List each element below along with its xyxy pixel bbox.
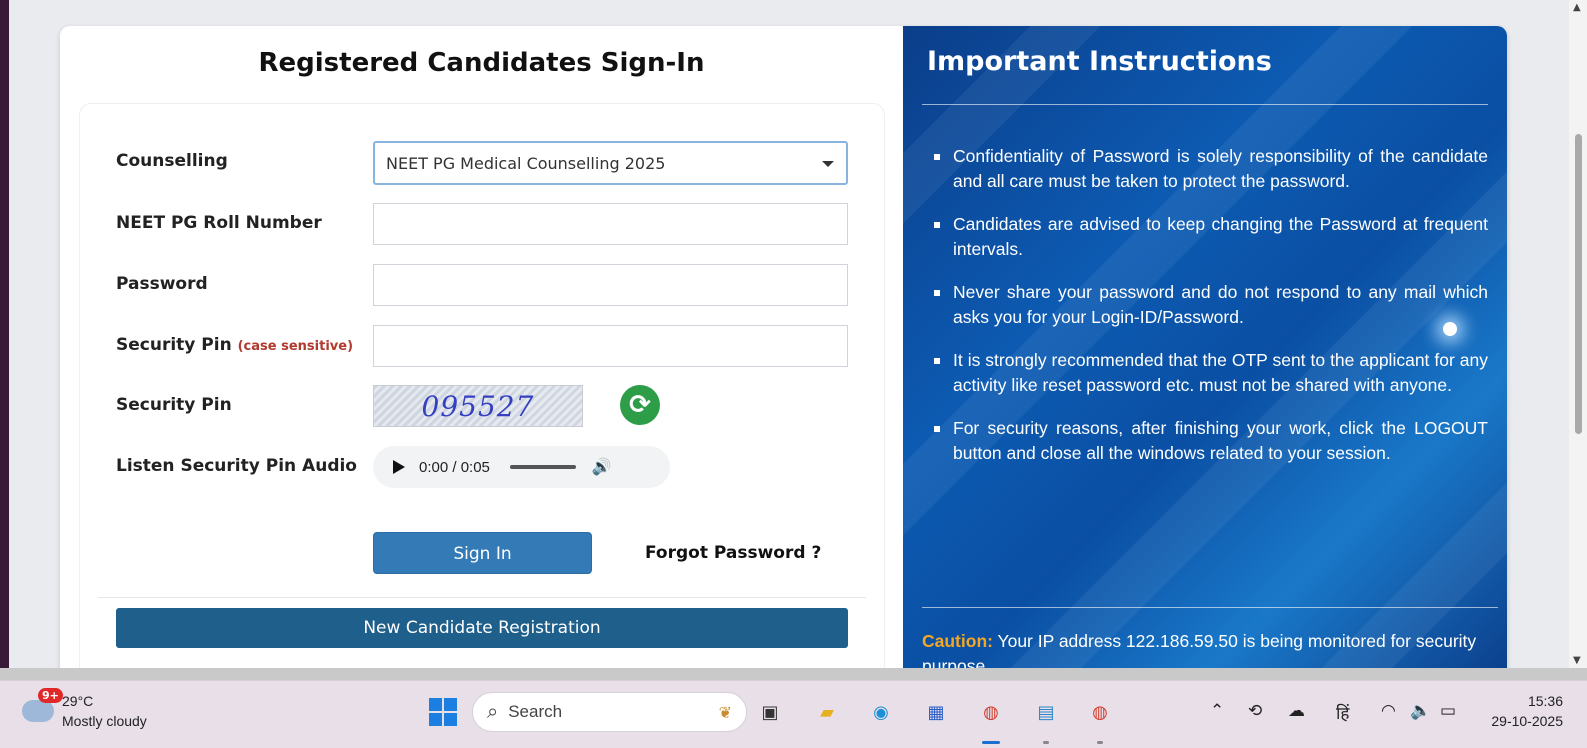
volume-icon[interactable]: 🔊: [592, 457, 612, 477]
cloud-icon: 9+: [22, 688, 63, 722]
notification-badge: 9+: [38, 688, 63, 703]
divider: [98, 597, 866, 598]
window-bottom-edge: [0, 668, 1587, 680]
instruction-item: Candidates are advised to keep changing …: [934, 212, 1488, 262]
refresh-captcha-icon[interactable]: ⟳: [620, 385, 660, 425]
roll-number-input[interactable]: [373, 203, 848, 245]
temperature: 29°C: [62, 693, 94, 709]
captcha-text: 095527: [421, 389, 535, 423]
password-label: Password: [116, 274, 208, 294]
instructions-panel: Important Instructions Confidentiality o…: [903, 26, 1507, 668]
audio-time: 0:00 / 0:05: [419, 458, 490, 476]
security-pin-audio-player: 0:00 / 0:05 🔊: [373, 446, 670, 488]
counselling-select[interactable]: NEET PG Medical Counselling 2025: [373, 141, 848, 185]
time: 15:36: [1527, 693, 1563, 709]
instruction-item: Never share your password and do not res…: [934, 280, 1488, 330]
chevron-down-icon: [822, 161, 834, 167]
security-pin-label: Security Pin (case sensitive): [116, 335, 353, 355]
instruction-item: It is strongly recommended that the OTP …: [934, 348, 1488, 398]
notepad-icon[interactable]: ▤: [1031, 697, 1061, 727]
volume-icon[interactable]: 🔈: [1410, 701, 1431, 721]
weather-condition: Mostly cloudy: [62, 713, 147, 729]
roll-number-label: NEET PG Roll Number: [116, 213, 322, 233]
signin-panel: Registered Candidates Sign-In Counsellin…: [60, 26, 903, 668]
scroll-up-icon[interactable]: ▲: [1573, 2, 1581, 13]
scrollbar-thumb[interactable]: [1575, 134, 1582, 434]
cloud-off-icon[interactable]: ☁: [1288, 701, 1305, 721]
new-registration-button[interactable]: New Candidate Registration: [116, 608, 848, 648]
scroll-down-icon[interactable]: ▼: [1573, 655, 1581, 666]
chrome-icon[interactable]: ◍: [976, 697, 1006, 727]
clock[interactable]: 15:36 29-10-2025: [1483, 691, 1563, 731]
task-view-icon[interactable]: ▣: [755, 697, 785, 727]
taskbar-search[interactable]: ⌕ Search ❦: [472, 692, 747, 732]
counselling-label: Counselling: [116, 151, 228, 171]
app-indicator: [1043, 741, 1049, 744]
security-pin-label-text: Security Pin: [116, 335, 232, 355]
captcha-image: 095527: [373, 385, 583, 427]
sign-in-button[interactable]: Sign In: [373, 532, 592, 574]
window-edge: [0, 0, 9, 680]
search-placeholder: Search: [508, 702, 563, 721]
signin-card: Registered Candidates Sign-In Counsellin…: [60, 26, 1507, 668]
play-icon[interactable]: [393, 460, 405, 474]
instruction-item: For security reasons, after finishing yo…: [934, 416, 1488, 466]
counselling-selected-value: NEET PG Medical Counselling 2025: [386, 154, 666, 173]
file-explorer-icon[interactable]: ▰: [812, 697, 842, 727]
caution-notice: Caution: Your IP address 122.186.59.50 i…: [922, 629, 1502, 668]
vertical-scrollbar[interactable]: ▲ ▼: [1569, 0, 1587, 668]
chrome-profile-icon[interactable]: ◍: [1085, 697, 1115, 727]
weather-text: 29°C Mostly cloudy: [62, 691, 147, 731]
search-highlight-icon: ❦: [718, 705, 732, 722]
battery-icon[interactable]: ▭: [1440, 701, 1456, 721]
audio-seek-slider[interactable]: [509, 465, 576, 469]
chevron-up-icon[interactable]: ⌃: [1210, 701, 1224, 721]
language-indicator[interactable]: हिं: [1336, 701, 1349, 724]
active-app-indicator: [982, 741, 1000, 744]
instruction-item: Confidentiality of Password is solely re…: [934, 144, 1488, 194]
instructions-list: Confidentiality of Password is solely re…: [934, 144, 1488, 484]
windows-start-icon[interactable]: [428, 697, 458, 727]
browser-viewport: Registered Candidates Sign-In Counsellin…: [9, 0, 1569, 668]
app-indicator: [1097, 741, 1103, 744]
caution-text: Your IP address 122.186.59.50 is being m…: [922, 631, 1477, 668]
password-input[interactable]: [373, 264, 848, 306]
sync-icon[interactable]: ⟲: [1248, 701, 1262, 721]
audio-label: Listen Security Pin Audio: [116, 456, 357, 476]
forgot-password-link[interactable]: Forgot Password ?: [645, 543, 821, 563]
caution-label: Caution:: [922, 631, 993, 651]
store-icon[interactable]: ▦: [921, 697, 951, 727]
case-sensitive-hint: (case sensitive): [237, 339, 354, 354]
security-pin-input[interactable]: [373, 325, 848, 367]
page-title: Registered Candidates Sign-In: [258, 48, 705, 78]
divider: [922, 104, 1488, 105]
taskbar: 9+ 29°C Mostly cloudy ⌕ Search ❦ ▣ ▰ ◉ ▦…: [0, 680, 1587, 748]
divider: [922, 607, 1498, 608]
edge-browser-icon[interactable]: ◉: [866, 697, 896, 727]
date: 29-10-2025: [1491, 713, 1563, 729]
search-icon: ⌕: [487, 700, 499, 723]
wifi-icon[interactable]: ◠: [1381, 701, 1396, 721]
captcha-label: Security Pin: [116, 395, 232, 415]
instructions-title: Important Instructions: [927, 46, 1272, 77]
weather-widget[interactable]: 9+ 29°C Mostly cloudy: [22, 688, 147, 731]
